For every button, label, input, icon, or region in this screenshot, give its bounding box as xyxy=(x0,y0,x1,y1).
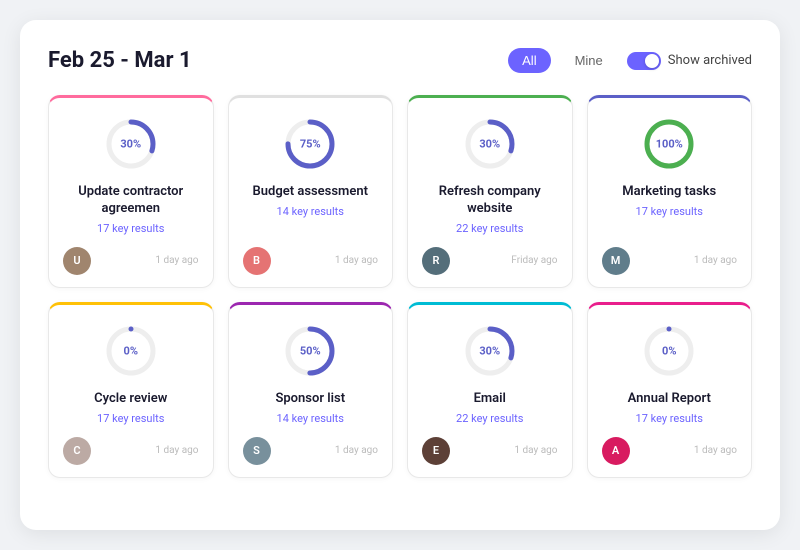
card-footer: C 1 day ago xyxy=(63,437,199,465)
filter-all-button[interactable]: All xyxy=(508,48,550,73)
card-footer: M 1 day ago xyxy=(602,247,738,275)
donut-chart: 30% xyxy=(101,114,161,174)
card-key-results: 17 key results xyxy=(636,412,703,425)
card-time: 1 day ago xyxy=(335,255,378,266)
task-card[interactable]: 100% Marketing tasks 17 key results M 1 … xyxy=(587,95,753,288)
avatar: S xyxy=(243,437,271,465)
task-card[interactable]: 0% Annual Report 17 key results A 1 day … xyxy=(587,302,753,478)
donut-chart: 50% xyxy=(280,321,340,381)
card-time: 1 day ago xyxy=(694,445,737,456)
show-archived-toggle-wrap: Show archived xyxy=(627,52,752,70)
avatar: M xyxy=(602,247,630,275)
task-card[interactable]: 30% Update contractor agreemen 17 key re… xyxy=(48,95,214,288)
percent-label: 30% xyxy=(479,138,500,151)
percent-label: 0% xyxy=(662,344,676,357)
card-footer: R Friday ago xyxy=(422,247,558,275)
card-key-results: 17 key results xyxy=(97,222,164,235)
card-title: Sponsor list xyxy=(275,391,345,408)
percent-label: 30% xyxy=(120,138,141,151)
percent-label: 50% xyxy=(300,344,321,357)
task-card[interactable]: 50% Sponsor list 14 key results S 1 day … xyxy=(228,302,394,478)
card-time: Friday ago xyxy=(511,255,557,266)
percent-label: 30% xyxy=(479,344,500,357)
avatar: E xyxy=(422,437,450,465)
main-container: Feb 25 - Mar 1 All Mine Show archived 30… xyxy=(20,20,780,530)
card-time: 1 day ago xyxy=(335,445,378,456)
card-title: Marketing tasks xyxy=(622,184,716,201)
page-title: Feb 25 - Mar 1 xyxy=(48,48,192,73)
card-title: Email xyxy=(474,391,506,408)
card-footer: A 1 day ago xyxy=(602,437,738,465)
card-title: Refresh company website xyxy=(422,184,558,218)
card-footer: E 1 day ago xyxy=(422,437,558,465)
donut-chart: 30% xyxy=(460,114,520,174)
card-key-results: 22 key results xyxy=(456,412,523,425)
card-time: 1 day ago xyxy=(155,255,198,266)
donut-chart: 0% xyxy=(639,321,699,381)
card-key-results: 22 key results xyxy=(456,222,523,235)
card-title: Update contractor agreemen xyxy=(63,184,199,218)
task-card[interactable]: 30% Email 22 key results E 1 day ago xyxy=(407,302,573,478)
task-card[interactable]: 75% Budget assessment 14 key results B 1… xyxy=(228,95,394,288)
header: Feb 25 - Mar 1 All Mine Show archived xyxy=(48,48,752,73)
task-card[interactable]: 0% Cycle review 17 key results C 1 day a… xyxy=(48,302,214,478)
card-time: 1 day ago xyxy=(514,445,557,456)
toggle-knob xyxy=(645,54,659,68)
donut-chart: 0% xyxy=(101,321,161,381)
card-footer: U 1 day ago xyxy=(63,247,199,275)
card-key-results: 17 key results xyxy=(636,205,703,218)
percent-label: 0% xyxy=(124,344,138,357)
avatar: B xyxy=(243,247,271,275)
card-key-results: 14 key results xyxy=(277,412,344,425)
donut-chart: 100% xyxy=(639,114,699,174)
card-title: Budget assessment xyxy=(253,184,368,201)
avatar: C xyxy=(63,437,91,465)
header-controls: All Mine Show archived xyxy=(508,48,752,73)
show-archived-toggle[interactable] xyxy=(627,52,661,70)
avatar: U xyxy=(63,247,91,275)
show-archived-label: Show archived xyxy=(668,53,752,68)
cards-grid: 30% Update contractor agreemen 17 key re… xyxy=(48,95,752,478)
percent-label: 75% xyxy=(300,138,321,151)
card-footer: S 1 day ago xyxy=(243,437,379,465)
donut-chart: 75% xyxy=(280,114,340,174)
filter-mine-button[interactable]: Mine xyxy=(561,48,617,73)
card-time: 1 day ago xyxy=(694,255,737,266)
percent-label: 100% xyxy=(656,138,683,151)
card-key-results: 14 key results xyxy=(277,205,344,218)
avatar: A xyxy=(602,437,630,465)
task-card[interactable]: 30% Refresh company website 22 key resul… xyxy=(407,95,573,288)
avatar: R xyxy=(422,247,450,275)
card-key-results: 17 key results xyxy=(97,412,164,425)
card-footer: B 1 day ago xyxy=(243,247,379,275)
card-title: Annual Report xyxy=(628,391,711,408)
card-time: 1 day ago xyxy=(155,445,198,456)
card-title: Cycle review xyxy=(94,391,167,408)
donut-chart: 30% xyxy=(460,321,520,381)
